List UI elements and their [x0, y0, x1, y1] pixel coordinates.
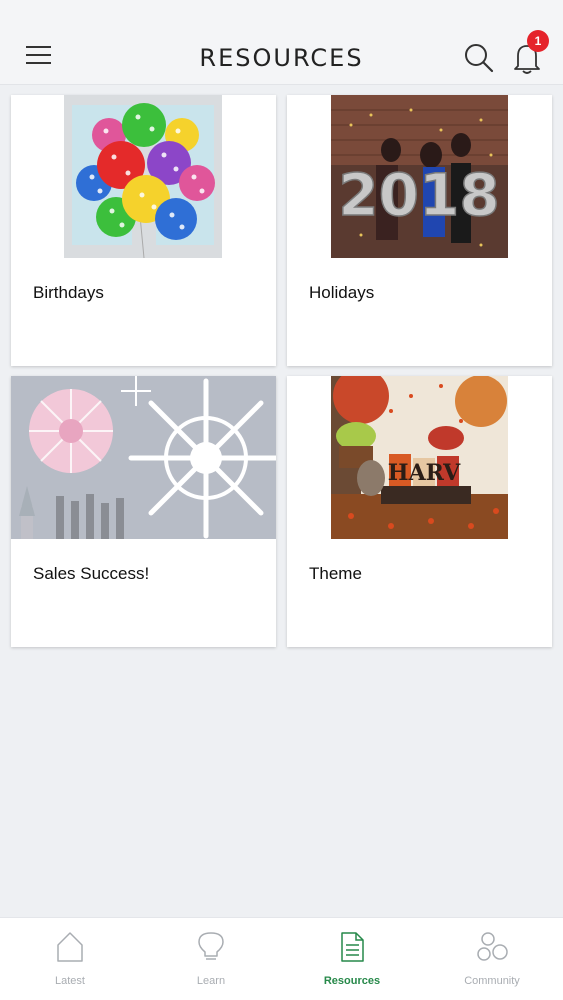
document-icon [341, 932, 364, 962]
top-app-bar: RESOURCES 1 [0, 0, 563, 85]
card-image-text: 2018 [338, 161, 499, 229]
resource-card-holidays[interactable]: 2018 Holidays [287, 95, 552, 366]
resource-card-theme[interactable]: HARV Theme [287, 376, 552, 647]
balloons-image [64, 95, 222, 258]
tab-label: Latest [55, 975, 85, 987]
card-image-text: HARV [388, 460, 461, 486]
community-icon [477, 932, 508, 961]
card-label: Birthdays [33, 283, 104, 302]
house-icon [57, 932, 83, 962]
new-year-party-image: 2018 [331, 95, 508, 258]
tab-resources[interactable]: Resources [282, 918, 422, 1000]
snowflake-decorations-image [11, 376, 276, 539]
resource-card-birthdays[interactable]: Birthdays [11, 95, 276, 366]
tab-label: Resources [323, 975, 381, 987]
tab-community[interactable]: Community [422, 918, 562, 1000]
search-icon[interactable] [463, 42, 495, 74]
harvest-decor-image: HARV [331, 376, 508, 539]
tab-label: Community [464, 975, 520, 987]
tab-label: Learn [196, 975, 226, 987]
bottom-tab-bar: Latest Learn Resources Community [0, 917, 563, 1000]
card-label: Theme [309, 564, 362, 583]
tab-latest[interactable]: Latest [0, 918, 140, 1000]
tab-learn[interactable]: Learn [141, 918, 281, 1000]
notification-badge: 1 [527, 30, 549, 52]
resource-card-sales-success[interactable]: Sales Success! [11, 376, 276, 647]
lightbulb-icon [198, 932, 224, 960]
card-label: Holidays [309, 283, 375, 302]
card-label: Sales Success! [33, 564, 150, 583]
